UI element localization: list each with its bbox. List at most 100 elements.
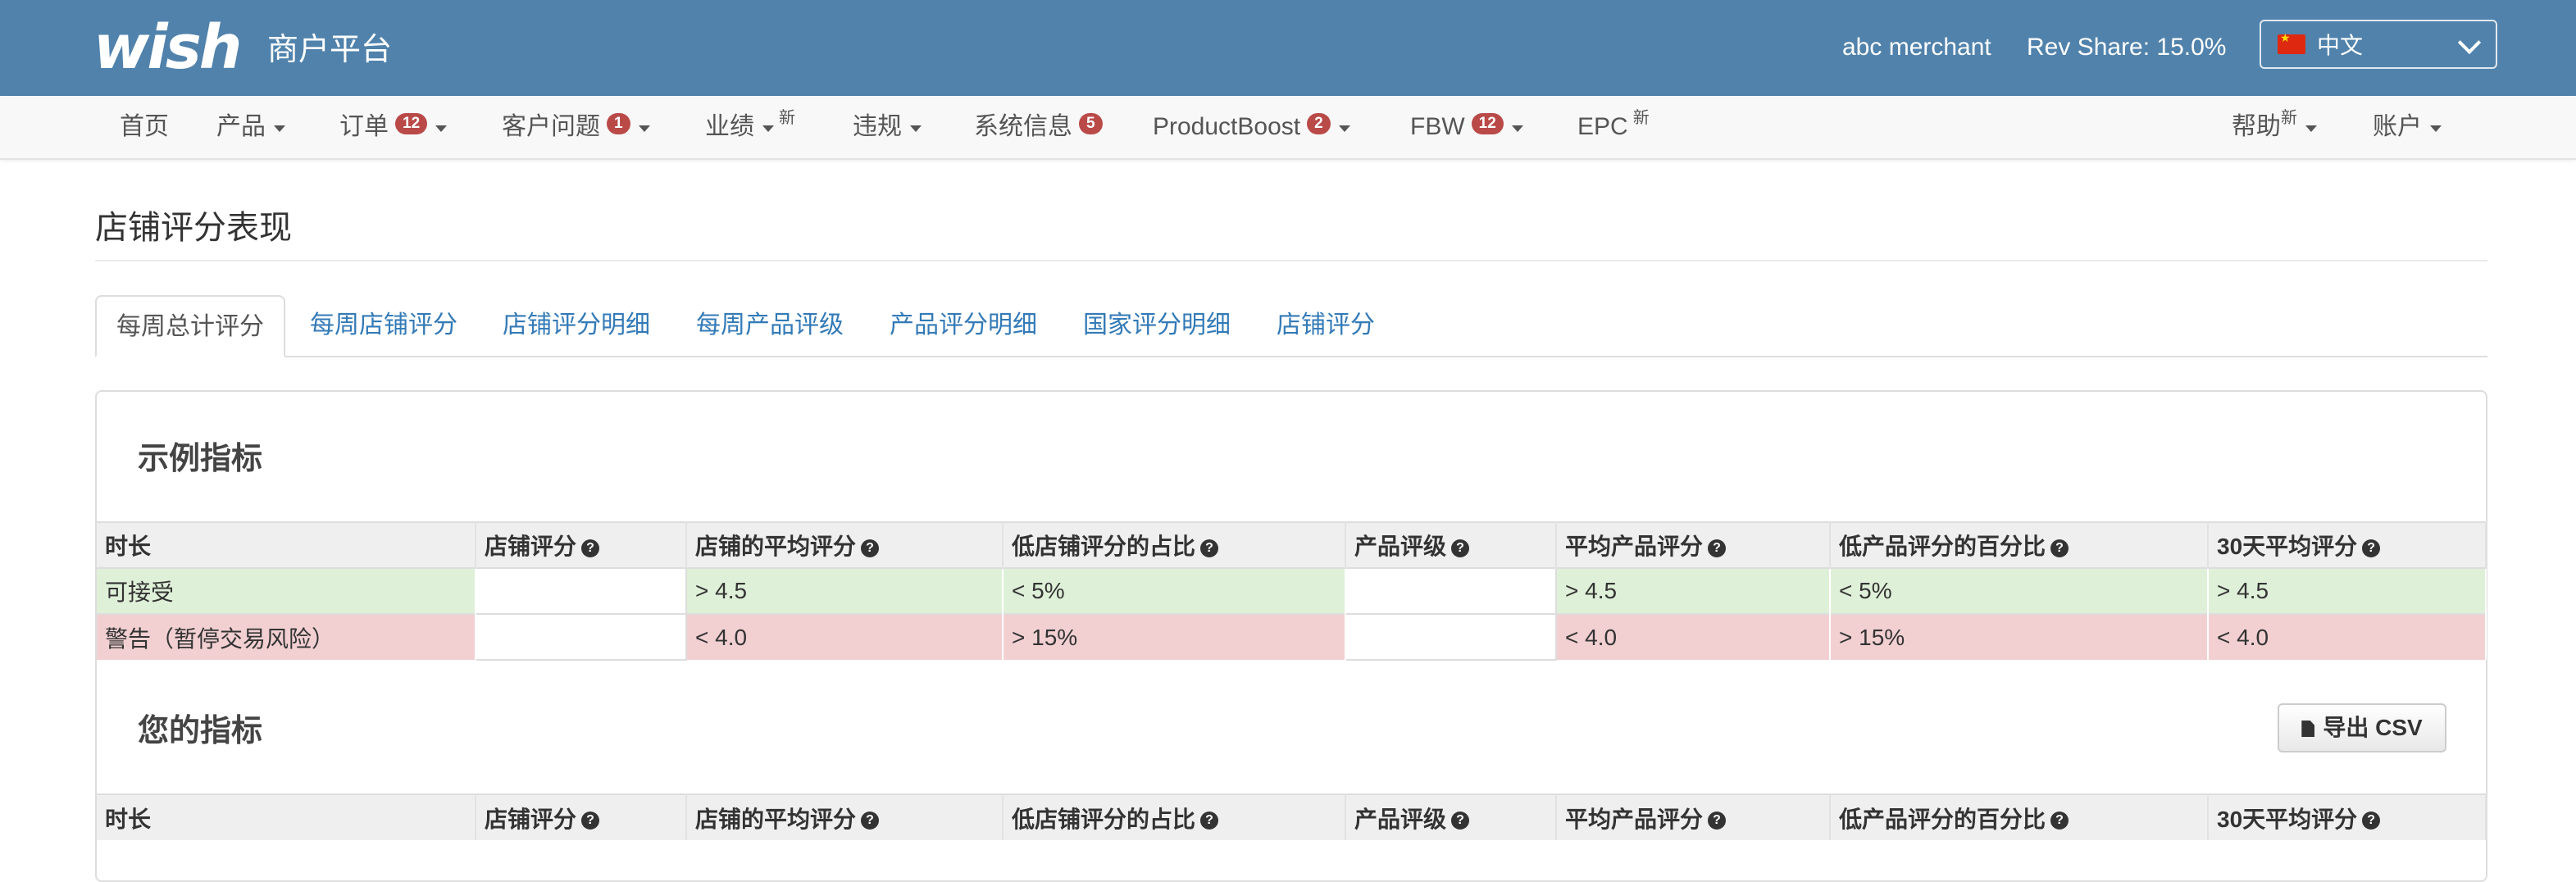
nav-help[interactable]: 帮助 新 (2232, 107, 2317, 147)
help-icon[interactable]: ? (581, 539, 600, 557)
help-icon[interactable]: ? (581, 812, 600, 830)
tab-country-rating-detail[interactable]: 国家评分明细 (1083, 295, 1231, 356)
file-icon (2301, 721, 2315, 737)
table-cell: > 15% (1830, 613, 2209, 660)
language-select[interactable]: 中文 (2260, 20, 2497, 69)
table-header-row: 时长 店铺评分? 店铺的平均评分? 低店铺评分的占比? 产品评级? 平均产品评分… (97, 793, 2487, 840)
table-row-acceptable: 可接受 > 4.5 < 5% > 4.5 < 5% > 4.5 (97, 567, 2487, 615)
nav-epc[interactable]: EPC 新 (1577, 107, 1650, 147)
table-cell: < 4.0 (686, 613, 1004, 660)
platform-name: 商户平台 (267, 33, 393, 67)
table-cell: 可接受 (97, 567, 476, 614)
table-cell: > 15% (1003, 613, 1346, 660)
column-header: 低产品评分的百分比? (1830, 521, 2209, 568)
table-cell: < 5% (1830, 567, 2209, 614)
help-icon[interactable]: ? (2362, 812, 2381, 830)
caret-down-icon (435, 125, 448, 132)
help-icon[interactable]: ? (1708, 539, 1727, 557)
column-header: 店铺评分? (476, 521, 687, 568)
nav-label: 系统信息 (974, 113, 1072, 140)
help-icon[interactable]: ? (2050, 812, 2069, 830)
help-icon[interactable]: ? (861, 539, 880, 557)
nav-label: FBW (1410, 113, 1465, 140)
export-csv-button[interactable]: 导出 CSV (2278, 703, 2446, 752)
table-cell: < 4.0 (1556, 613, 1831, 660)
nav-system-messages[interactable]: 系统信息 5 (974, 107, 1103, 147)
nav-account[interactable]: 账户 (2373, 107, 2442, 147)
column-header: 店铺的平均评分? (686, 521, 1004, 568)
chevron-down-icon (2457, 30, 2482, 55)
count-badge: 1 (607, 113, 630, 134)
nav-label: 帮助 (2232, 113, 2281, 140)
nav-customer-issues[interactable]: 客户问题 1 (502, 107, 650, 147)
tab-weekly-product-rating[interactable]: 每周产品评级 (696, 295, 844, 356)
help-icon[interactable]: ? (1708, 812, 1727, 830)
merchant-name: abc merchant (1842, 34, 1991, 61)
nav-label: 订单 (339, 113, 389, 140)
tab-store-rating-detail[interactable]: 店铺评分明细 (503, 295, 650, 356)
column-header: 30天平均评分? (2208, 521, 2487, 568)
caret-down-icon (1338, 125, 1350, 132)
column-header: 平均产品评分? (1556, 521, 1831, 568)
table-cell: < 5% (1003, 567, 1346, 614)
nav-label: 账户 (2373, 113, 2422, 140)
page-title: 店铺评分表现 (95, 210, 292, 246)
nav-productboost[interactable]: ProductBoost 2 (1153, 107, 1350, 147)
your-metrics-title: 您的指标 (138, 714, 263, 748)
nav-label: 业绩 (705, 113, 754, 140)
nav-label: 产品 (216, 113, 266, 140)
nav-fbw[interactable]: FBW 12 (1410, 107, 1523, 147)
nav-violations[interactable]: 违规 (853, 107, 922, 147)
help-icon[interactable]: ? (2362, 539, 2381, 557)
table-header-row: 时长 店铺评分? 店铺的平均评分? 低店铺评分的占比? 产品评级? 平均产品评分… (97, 521, 2487, 568)
help-icon[interactable]: ? (2050, 539, 2069, 557)
table-cell: < 4.0 (2208, 613, 2487, 660)
new-tag: 新 (1632, 109, 1650, 127)
table-cell (475, 613, 687, 661)
tab-store-rating[interactable]: 店铺评分 (1277, 295, 1375, 356)
help-icon[interactable]: ? (1451, 539, 1470, 557)
table-cell: > 4.5 (1556, 567, 1831, 614)
help-icon[interactable]: ? (861, 812, 880, 830)
wish-logo[interactable]: wish (93, 15, 242, 80)
column-header: 店铺的平均评分? (686, 793, 1004, 840)
caret-down-icon (910, 125, 922, 132)
top-header: wish 商户平台 abc merchant Rev Share: 15.0% … (0, 0, 2576, 96)
column-header: 产品评级? (1345, 521, 1557, 568)
table-cell (1345, 567, 1557, 615)
tab-weekly-store-rating[interactable]: 每周店铺评分 (310, 295, 457, 356)
table-cell: > 4.5 (2208, 567, 2487, 614)
help-icon[interactable]: ? (1451, 812, 1470, 830)
main-nav: 首页 产品 订单 12 客户问题 1 业绩 新 违规 系统信息 5 Produc… (0, 96, 2576, 160)
nav-label: 客户问题 (502, 113, 600, 140)
count-badge: 12 (395, 113, 428, 134)
nav-label: 违规 (853, 113, 902, 140)
rev-share: Rev Share: 15.0% (2027, 34, 2227, 61)
tab-weekly-total-rating[interactable]: 每周总计评分 (95, 295, 285, 357)
nav-orders[interactable]: 订单 12 (339, 107, 448, 147)
new-tag: 新 (2281, 109, 2297, 127)
table-cell: 警告（暂停交易风险） (97, 613, 476, 660)
table-cell (1345, 613, 1557, 661)
caret-down-icon (2305, 125, 2317, 132)
caret-down-icon (638, 125, 650, 132)
nav-home[interactable]: 首页 (120, 107, 169, 147)
nav-label: 首页 (120, 113, 169, 140)
column-header: 时长 (97, 793, 476, 840)
nav-performance[interactable]: 业绩 新 (705, 107, 795, 147)
column-header: 平均产品评分? (1556, 793, 1831, 840)
new-tag: 新 (779, 109, 795, 127)
help-icon[interactable]: ? (1200, 539, 1219, 557)
divider (95, 260, 2487, 261)
count-badge: 5 (1079, 113, 1103, 134)
help-icon[interactable]: ? (1200, 812, 1219, 830)
column-header: 低店铺评分的占比? (1003, 793, 1346, 840)
tab-product-rating-detail[interactable]: 产品评分明细 (890, 295, 1037, 356)
column-header: 时长 (97, 521, 476, 568)
nav-products[interactable]: 产品 (216, 107, 285, 147)
example-metrics-title: 示例指标 (138, 442, 263, 476)
china-flag-icon (2278, 31, 2305, 54)
caret-down-icon (762, 125, 774, 132)
count-badge: 2 (1307, 113, 1331, 134)
example-metrics-table: 时长 店铺评分? 店铺的平均评分? 低店铺评分的占比? 产品评级? 平均产品评分… (97, 521, 2487, 661)
